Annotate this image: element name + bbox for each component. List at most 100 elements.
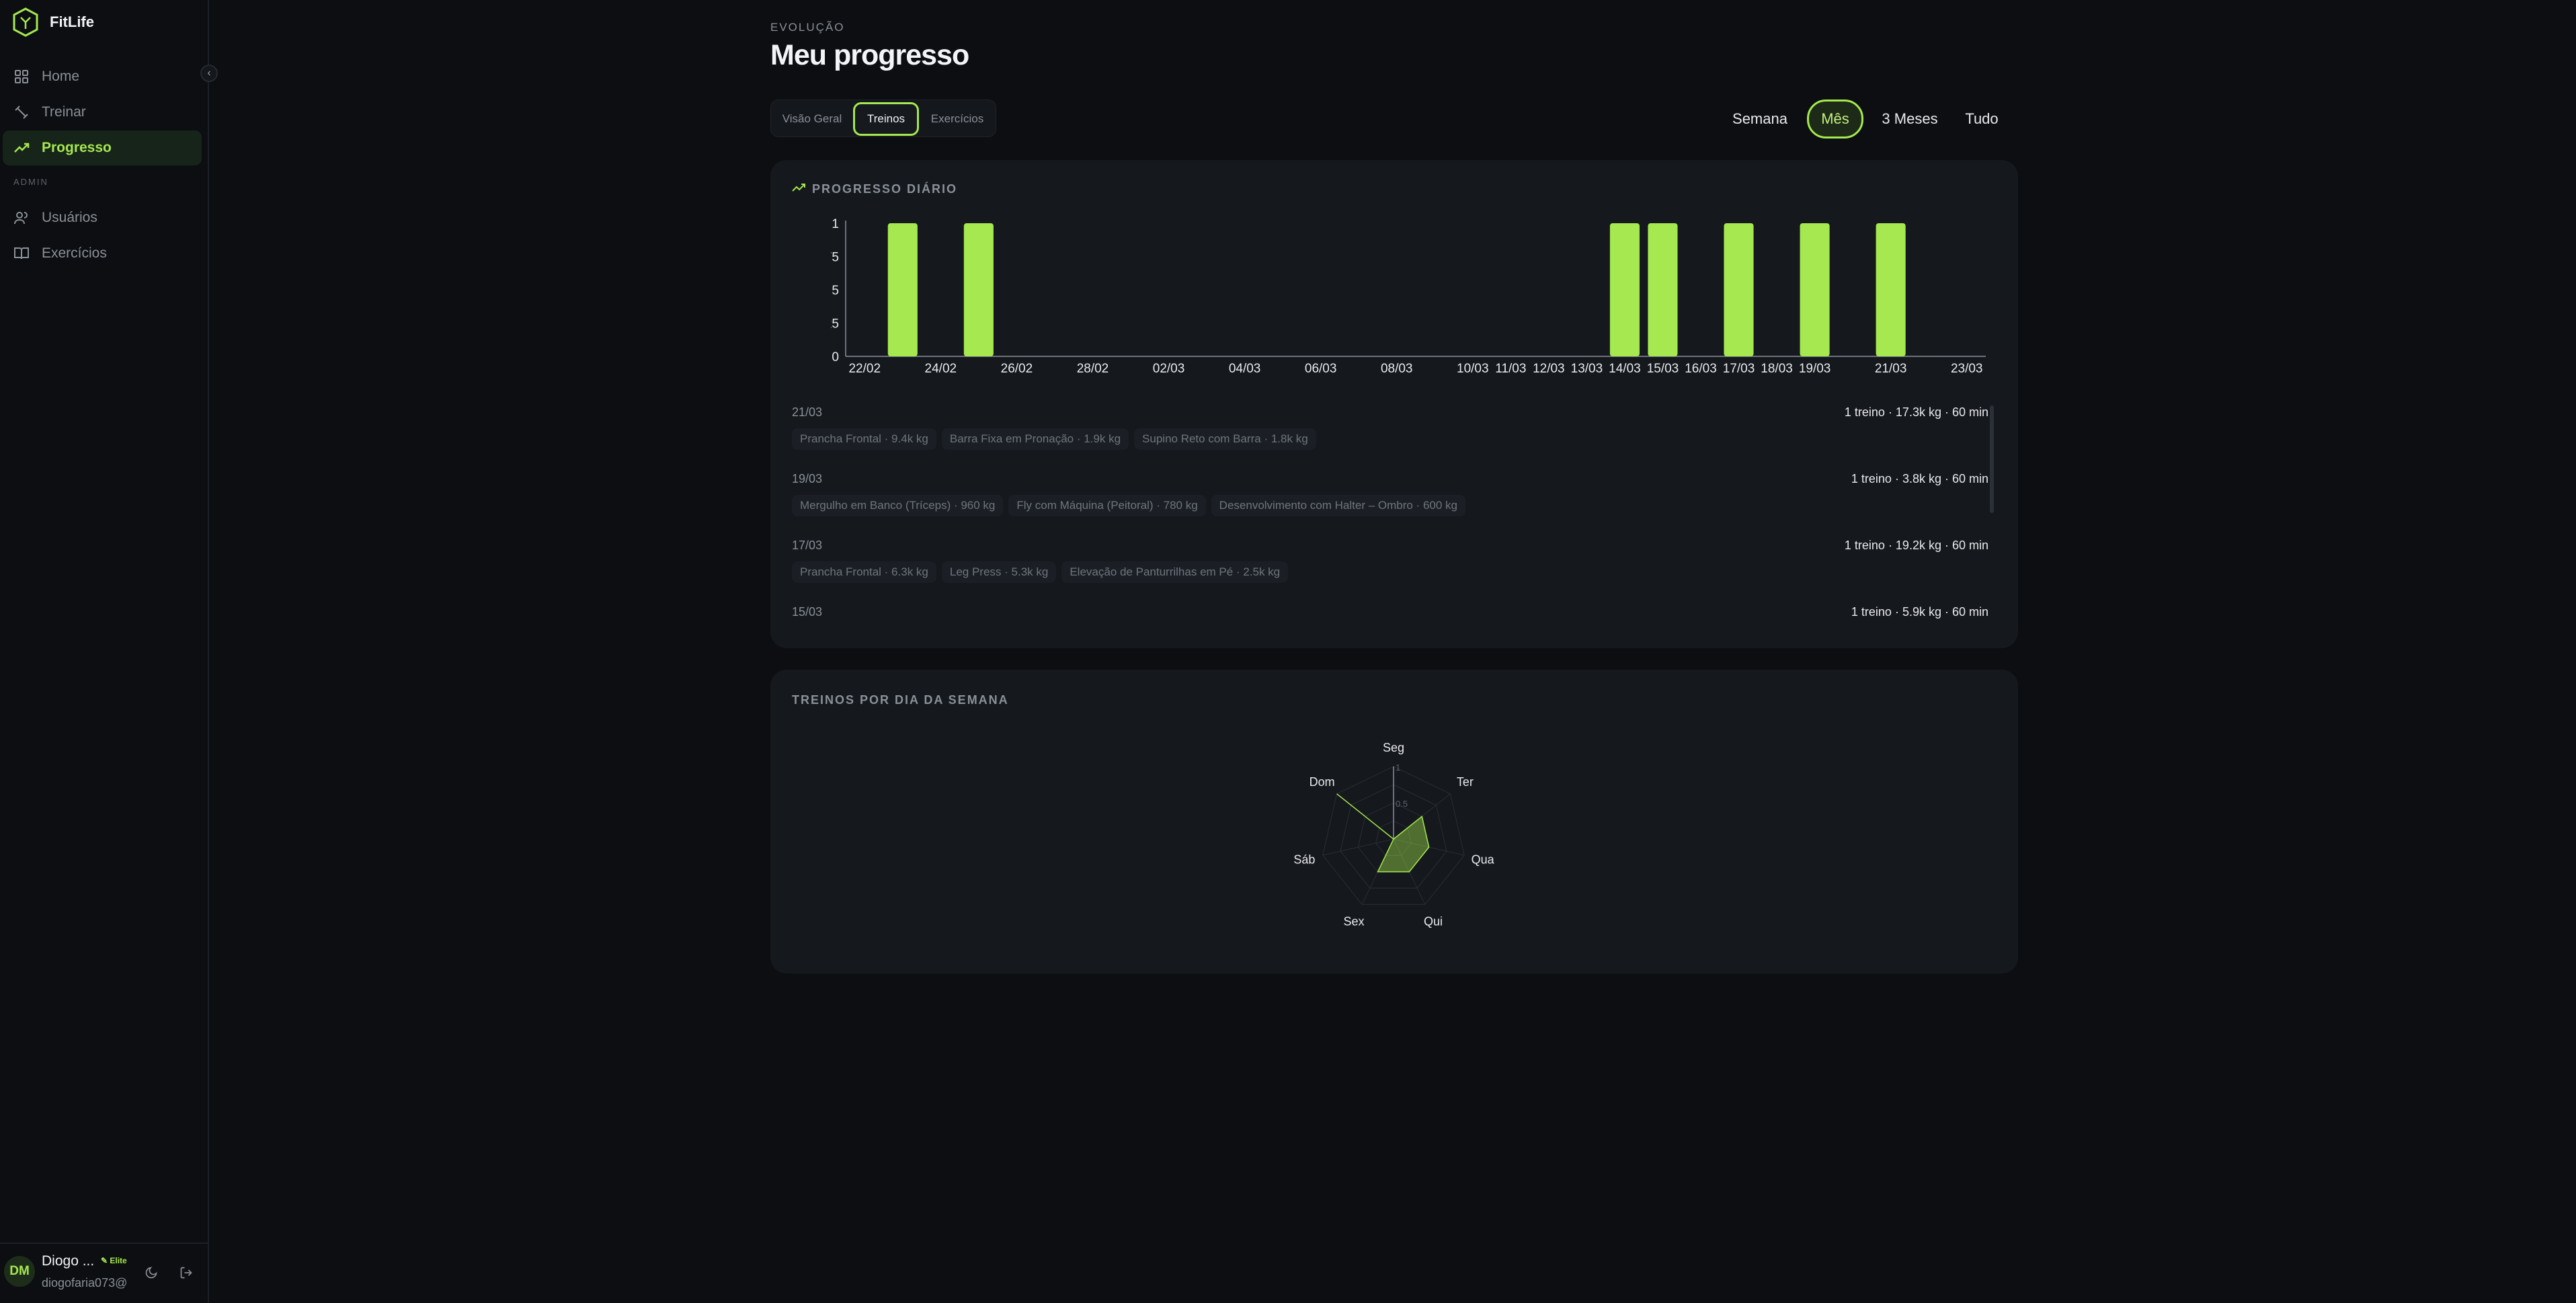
day-summary: 1 treino · 3.8k kg · 60 min <box>1851 472 1988 485</box>
sidebar-item-exercicios[interactable]: Exercícios <box>3 236 202 271</box>
radar-axis-label: Dom <box>1310 775 1335 789</box>
exercise-chips: Prancha Frontal · 9.4k kg Barra Fixa em … <box>792 428 1316 450</box>
x-tick-label: 22/02 <box>848 362 881 374</box>
radar-axis-label: Ter <box>1457 775 1474 789</box>
radar-tick-label: 1 <box>1396 762 1400 773</box>
tab-exercicios[interactable]: Exercícios <box>922 102 993 136</box>
x-tick-label: 12/03 <box>1533 362 1565 374</box>
y-tick-label: 0.75 <box>831 251 839 265</box>
bar <box>1648 223 1678 356</box>
sidebar-item-label: Progresso <box>42 140 112 155</box>
y-tick-label: 1 <box>832 217 839 231</box>
x-tick-label: 26/02 <box>1001 362 1033 374</box>
radar-axis-label: Qua <box>1472 853 1495 866</box>
day-date: 17/03 <box>792 539 823 552</box>
bar <box>1724 223 1754 356</box>
users-icon <box>14 212 28 225</box>
sidebar-item-usuarios[interactable]: Usuários <box>3 200 202 235</box>
sidebar-item-label: Treinar <box>42 104 86 120</box>
day-row[interactable]: 15/03 1 treino · 5.9k kg · 60 min <box>792 605 1988 630</box>
bar <box>1800 223 1830 356</box>
daily-sessions-list: 21/03 1 treino · 17.3k kg · 60 min Pranc… <box>792 405 1993 630</box>
weekday-radar-chart: 0.5 1 Seg Ter Qua Qui Sex Sáb Dom <box>1293 741 1495 929</box>
exercise-chip: Barra Fixa em Pronação · 1.9k kg <box>941 428 1129 450</box>
tab-visao-geral[interactable]: Visão Geral <box>776 102 848 136</box>
collapse-sidebar-button[interactable]: ‹ <box>200 65 218 82</box>
radar-axis-label: Qui <box>1424 915 1443 929</box>
exercise-chips: Prancha Frontal · 6.3k kg Leg Press · 5.… <box>792 561 1289 583</box>
user-name: Diogo ... <box>42 1253 95 1269</box>
period-mes[interactable]: Mês <box>1807 100 1863 139</box>
app-root: FitLife ‹ Home Treinar Progresso ADMIN U… <box>0 0 2576 1303</box>
brand[interactable]: FitLife <box>12 7 94 38</box>
x-tick-label: 18/03 <box>1761 362 1793 374</box>
day-row[interactable]: 19/03 1 treino · 3.8k kg · 60 min Mergul… <box>792 472 1988 528</box>
exercise-chip: Supino Reto com Barra · 1.8k kg <box>1134 428 1316 450</box>
x-tick-label: 13/03 <box>1571 362 1603 374</box>
x-tick-label: 24/02 <box>925 362 957 374</box>
trending-up-icon <box>14 143 30 153</box>
bar <box>963 223 994 356</box>
list-scrollbar[interactable] <box>1990 405 1994 513</box>
exercise-chip: Fly com Máquina (Peitoral) · 780 kg <box>1008 495 1206 516</box>
x-tick-label: 21/03 <box>1875 362 1907 374</box>
logout-button[interactable] <box>177 1264 195 1281</box>
day-date: 19/03 <box>792 472 823 485</box>
period-semana[interactable]: Semana <box>1724 100 1796 139</box>
exercise-chip: Mergulho em Banco (Tríceps) · 960 kg <box>792 495 1004 516</box>
sidebar-item-label: Usuários <box>42 210 97 225</box>
tab-treinos[interactable]: Treinos <box>853 102 919 136</box>
day-date: 21/03 <box>792 405 823 419</box>
daily-progress-chart: 0 0.25 0.5 0.75 1 22/02 24/02 26/02 28/02 02/03 04… <box>831 217 1986 374</box>
x-tick-label: 28/02 <box>1077 362 1109 374</box>
weekday-title: TREINOS POR DIA DA SEMANA <box>792 693 1009 707</box>
radar-axis-label: Sáb <box>1293 853 1315 866</box>
day-date: 15/03 <box>792 605 823 619</box>
day-row[interactable]: 17/03 1 treino · 19.2k kg · 60 min Pranc… <box>792 539 1988 595</box>
y-tick-label: 0 <box>832 350 839 364</box>
theme-toggle-button[interactable] <box>143 1264 160 1281</box>
day-row[interactable]: 21/03 1 treino · 17.3k kg · 60 min Pranc… <box>792 405 1988 462</box>
x-tick-label: 11/03 <box>1495 362 1526 374</box>
radar-axis-label: Seg <box>1383 741 1404 754</box>
day-summary: 1 treino · 19.2k kg · 60 min <box>1844 539 1988 552</box>
avatar[interactable]: DM <box>4 1256 35 1287</box>
day-summary: 1 treino · 5.9k kg · 60 min <box>1851 605 1988 619</box>
admin-section-label: ADMIN <box>13 177 48 187</box>
sidebar: FitLife ‹ Home Treinar Progresso ADMIN U… <box>0 0 218 1303</box>
exercise-chip: Leg Press · 5.3k kg <box>941 561 1057 583</box>
grid-icon <box>15 70 28 83</box>
exercise-chip: Prancha Frontal · 6.3k kg <box>792 561 936 583</box>
sidebar-item-label: Exercícios <box>42 245 107 261</box>
sidebar-item-treinar[interactable]: Treinar <box>3 95 202 130</box>
chevron-left-icon: ‹ <box>207 67 211 79</box>
daily-progress-title: PROGRESSO DIÁRIO <box>812 182 958 196</box>
dumbbell-icon <box>15 106 28 119</box>
period-3-meses[interactable]: 3 Meses <box>1873 100 1947 139</box>
trending-up-icon <box>792 184 805 192</box>
moon-icon <box>145 1267 157 1279</box>
radar-tick-label: 0.5 <box>1396 799 1408 809</box>
x-tick-label: 14/03 <box>1609 362 1641 374</box>
sidebar-item-progresso[interactable]: Progresso <box>3 130 202 165</box>
user-email: diogofaria073@ <box>42 1276 128 1290</box>
x-tick-label: 04/03 <box>1229 362 1261 374</box>
x-tick-label: 06/03 <box>1305 362 1337 374</box>
x-tick-label: 23/03 <box>1951 362 1983 374</box>
bar <box>887 223 918 356</box>
page-title: Meu progresso <box>770 39 969 71</box>
x-tick-label: 02/03 <box>1153 362 1185 374</box>
view-tabs: Visão Geral Treinos Exercícios <box>770 100 996 137</box>
period-tudo[interactable]: Tudo <box>1955 100 2009 139</box>
sidebar-item-home[interactable]: Home <box>3 59 202 94</box>
exercise-chip: Elevação de Panturrilhas em Pé · 2.5k kg <box>1061 561 1289 583</box>
exercise-chip: Desenvolvimento com Halter – Ombro · 600… <box>1211 495 1465 516</box>
bar <box>1876 223 1906 356</box>
exercise-chips: Mergulho em Banco (Tríceps) · 960 kg Fly… <box>792 495 1465 516</box>
sidebar-item-label: Home <box>42 69 80 84</box>
y-tick-label: 0.25 <box>831 317 839 331</box>
bar <box>1609 223 1640 356</box>
app-name: FitLife <box>50 13 94 30</box>
x-tick-label: 19/03 <box>1799 362 1831 374</box>
day-summary: 1 treino · 17.3k kg · 60 min <box>1844 405 1988 419</box>
